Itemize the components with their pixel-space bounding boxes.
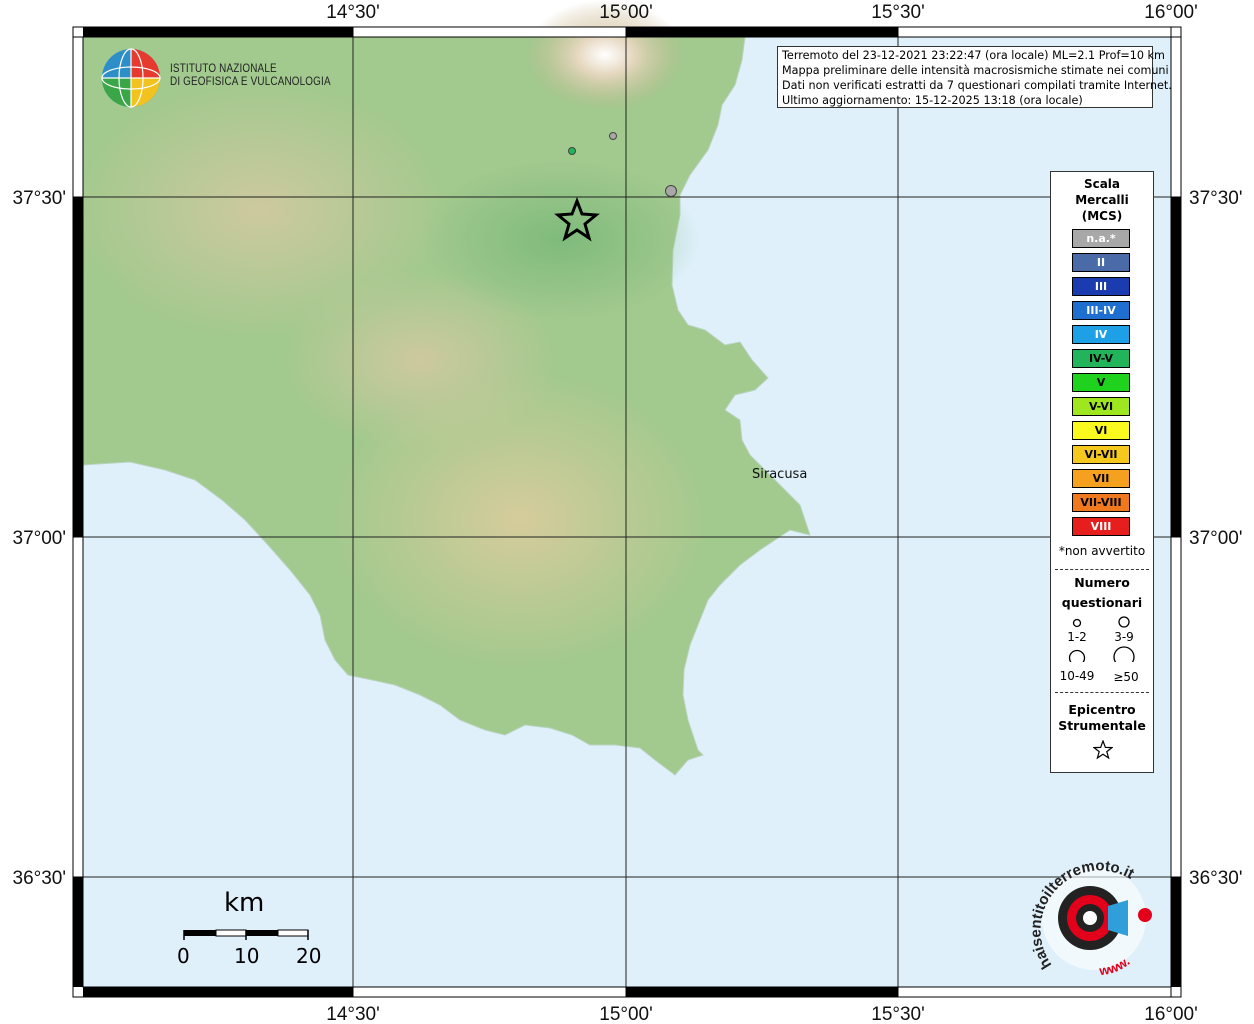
- legend-count-title-2: questionari: [1061, 595, 1143, 610]
- legend-scale-item: VI-VII: [1072, 445, 1130, 464]
- legend-note: *non avvertito: [1058, 544, 1146, 558]
- legend-scale-item: VIII: [1072, 517, 1130, 536]
- size-label-50: ≥50: [1113, 670, 1139, 684]
- tick-top-3: 15°30': [871, 2, 925, 23]
- size-symbol-xlarge: [1113, 646, 1135, 662]
- ingv-logo-line-2: DI GEOFISICA E VULCANOLOGIA: [170, 76, 331, 88]
- hsit-logo-url: www.: [1097, 954, 1132, 979]
- ingv-logo-icon: [101, 48, 161, 108]
- legend-divider: [1055, 569, 1149, 570]
- legend-scale-item: III: [1072, 277, 1130, 296]
- legend-title-line-3: (MCS): [1081, 209, 1123, 223]
- legend-scale-item: IV-V: [1072, 349, 1130, 368]
- scale-bar-label-10: 10: [234, 944, 260, 968]
- scale-bar-label-20: 20: [296, 944, 322, 968]
- intensity-point[interactable]: [568, 147, 576, 155]
- scale-bar-label-0: 0: [177, 944, 190, 968]
- legend-panel: Scala Mercalli (MCS) n.a.* II III III-IV IV I…: [1050, 171, 1154, 773]
- svg-text:haisentitoilterremoto.it: haisentitoilterremoto.it: [1027, 858, 1136, 972]
- legend-scale-item: n.a.*: [1072, 229, 1130, 248]
- intensity-point[interactable]: [665, 185, 677, 197]
- tick-right-3: 36°30': [1189, 868, 1243, 889]
- place-label-siracusa: Siracusa: [752, 467, 808, 482]
- legend-title-line-1: Scala: [1083, 177, 1121, 191]
- legend-scale-item: V: [1072, 373, 1130, 392]
- relief-plain: [420, 160, 700, 320]
- hsit-logo-text: haisentitoilterremoto.it www.: [1027, 858, 1136, 979]
- intensity-point[interactable]: [609, 132, 617, 140]
- tick-top-2: 15°00': [599, 2, 653, 23]
- tick-bottom-4: 16°00': [1144, 1004, 1198, 1024]
- size-symbol-medium: [1118, 616, 1130, 628]
- ingv-logo-text: ISTITUTO NAZIONALE DI GEOFISICA E VULCAN…: [170, 63, 331, 89]
- event-info-line-1: Terremoto del 23-12-2021 23:22:47 (ora l…: [782, 49, 1165, 62]
- relief-hyblaean: [330, 370, 710, 670]
- size-label-10-49: 10-49: [1059, 669, 1095, 683]
- legend-star-icon: [1093, 740, 1113, 760]
- event-info-line-2: Mappa preliminare delle intensità macros…: [782, 64, 1169, 77]
- tick-bottom-2: 15°00': [599, 1004, 653, 1024]
- tick-bottom-1: 14°30': [326, 1004, 380, 1024]
- event-info-line-3: Dati non verificati estratti da 7 questi…: [782, 79, 1172, 92]
- legend-count-title-1: Numero: [1074, 575, 1130, 590]
- legend-scale-item: II: [1072, 253, 1130, 272]
- legend-scale-item: V-VI: [1072, 397, 1130, 416]
- ingv-logo-line-1: ISTITUTO NAZIONALE: [170, 63, 277, 75]
- size-symbol-large: [1068, 649, 1086, 662]
- event-info-box: Terremoto del 23-12-2021 23:22:47 (ora l…: [777, 46, 1172, 108]
- legend-scale-item: VII-VIII: [1072, 493, 1130, 512]
- hsit-logo-name: haisentitoilterremoto.it: [1027, 858, 1136, 972]
- legend-title-line-2: Mercalli: [1075, 193, 1129, 207]
- tick-top-1: 14°30': [326, 2, 380, 23]
- legend-scale-item: IV: [1072, 325, 1130, 344]
- legend-scale-item: VI: [1072, 421, 1130, 440]
- tick-right-2: 37°00': [1189, 528, 1243, 549]
- legend-scale-item: VII: [1072, 469, 1130, 488]
- event-info-line-4: Ultimo aggiornamento: 15-12-2025 13:18 (…: [782, 94, 1083, 107]
- tick-left-2: 37°00': [13, 528, 67, 549]
- tick-right-1: 37°30': [1189, 188, 1243, 209]
- scale-bar-unit: km: [224, 888, 265, 918]
- tick-left-3: 36°30': [13, 868, 67, 889]
- legend-scale-item: III-IV: [1072, 301, 1130, 320]
- legend-divider: [1055, 692, 1149, 693]
- legend-epi-title-2: Strumentale: [1058, 718, 1146, 733]
- tick-left-1: 37°30': [13, 188, 67, 209]
- size-label-3-9: 3-9: [1114, 630, 1134, 644]
- size-label-1-2: 1-2: [1067, 630, 1087, 644]
- tick-bottom-3: 15°30': [871, 1004, 925, 1024]
- tick-top-4: 16°00': [1144, 2, 1198, 23]
- svg-text:www.: www.: [1097, 954, 1132, 979]
- size-symbol-small: [1072, 618, 1082, 628]
- legend-title: Scala Mercalli (MCS): [1051, 176, 1153, 224]
